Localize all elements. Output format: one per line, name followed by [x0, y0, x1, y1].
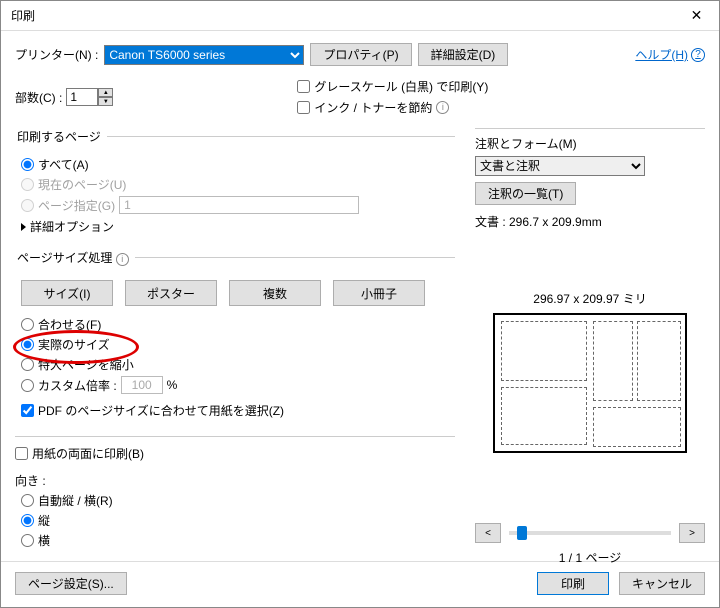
savetoner-checkbox[interactable]	[297, 101, 310, 114]
radio-current-page	[21, 178, 34, 191]
page-range-input	[119, 196, 359, 214]
more-options-toggle[interactable]: 詳細オプション	[21, 218, 455, 235]
close-button[interactable]: ✕	[674, 1, 719, 31]
preview-dimensions: 296.97 x 209.97 ミリ	[475, 290, 705, 307]
annots-select[interactable]: 文書と注釈	[475, 156, 645, 176]
copies-spinner[interactable]: ▲ ▼	[66, 88, 113, 106]
printer-select[interactable]: Canon TS6000 series	[104, 45, 304, 65]
radio-page-range	[21, 199, 34, 212]
copies-label: 部数(C) :	[15, 89, 62, 106]
tab-size[interactable]: サイズ(I)	[21, 280, 113, 306]
sizing-legend: ページサイズ処理	[17, 251, 112, 265]
triangle-icon	[21, 223, 26, 231]
document-size-label: 文書 : 296.7 x 209.9mm	[475, 213, 705, 230]
radio-shrink[interactable]	[21, 358, 34, 371]
choose-paper-checkbox[interactable]	[21, 404, 34, 417]
advanced-settings-button[interactable]: 詳細設定(D)	[418, 43, 509, 66]
next-page-button[interactable]: >	[679, 523, 705, 543]
help-icon: ?	[691, 48, 705, 62]
copies-down[interactable]: ▼	[98, 97, 113, 106]
radio-custom-scale[interactable]	[21, 379, 34, 392]
info-icon: i	[436, 101, 449, 114]
tab-booklet[interactable]: 小冊子	[333, 280, 425, 306]
page-indicator: 1 / 1 ページ	[475, 549, 705, 566]
cancel-button[interactable]: キャンセル	[619, 572, 705, 595]
titlebar: 印刷 ✕	[1, 1, 719, 31]
page-sizing-group: ページサイズ処理 i サイズ(I) ポスター 複数 小冊子 合わせる(F) 実際…	[15, 249, 455, 422]
page-setup-button[interactable]: ページ設定(S)...	[15, 572, 127, 595]
help-link[interactable]: ヘルプ(H) ?	[635, 46, 705, 63]
annots-list-button[interactable]: 注釈の一覧(T)	[475, 182, 576, 205]
tab-poster[interactable]: ポスター	[125, 280, 217, 306]
radio-orient-portrait[interactable]	[21, 514, 34, 527]
page-slider[interactable]	[509, 531, 671, 535]
printer-label: プリンター(N) :	[15, 46, 98, 63]
radio-orient-auto[interactable]	[21, 494, 34, 507]
duplex-label: 用紙の両面に印刷(B)	[32, 445, 144, 462]
duplex-checkbox[interactable]	[15, 447, 28, 460]
radio-fit[interactable]	[21, 318, 34, 331]
print-button[interactable]: 印刷	[537, 572, 609, 595]
savetoner-label: インク / トナーを節約	[314, 99, 432, 116]
page-range-group: 印刷するページ すべて(A) 現在のページ(U) ページ指定(G) 詳細オプショ…	[15, 128, 455, 235]
grayscale-label: グレースケール (白黒) で印刷(Y)	[314, 78, 488, 95]
tab-multiple[interactable]: 複数	[229, 280, 321, 306]
radio-all-pages[interactable]	[21, 158, 34, 171]
copies-up[interactable]: ▲	[98, 88, 113, 97]
info-icon: i	[116, 253, 129, 266]
radio-actual-size[interactable]	[21, 338, 34, 351]
custom-scale-input[interactable]	[121, 376, 163, 394]
properties-button[interactable]: プロパティ(P)	[310, 43, 411, 66]
grayscale-checkbox[interactable]	[297, 80, 310, 93]
prev-page-button[interactable]: <	[475, 523, 501, 543]
radio-orient-landscape[interactable]	[21, 534, 34, 547]
page-range-legend: 印刷するページ	[15, 128, 107, 145]
window-title: 印刷	[11, 7, 674, 24]
annots-legend: 注釈とフォーム(M)	[475, 128, 705, 152]
copies-input[interactable]	[66, 88, 98, 106]
orientation-legend: 向き :	[15, 472, 455, 489]
print-preview	[493, 313, 687, 453]
